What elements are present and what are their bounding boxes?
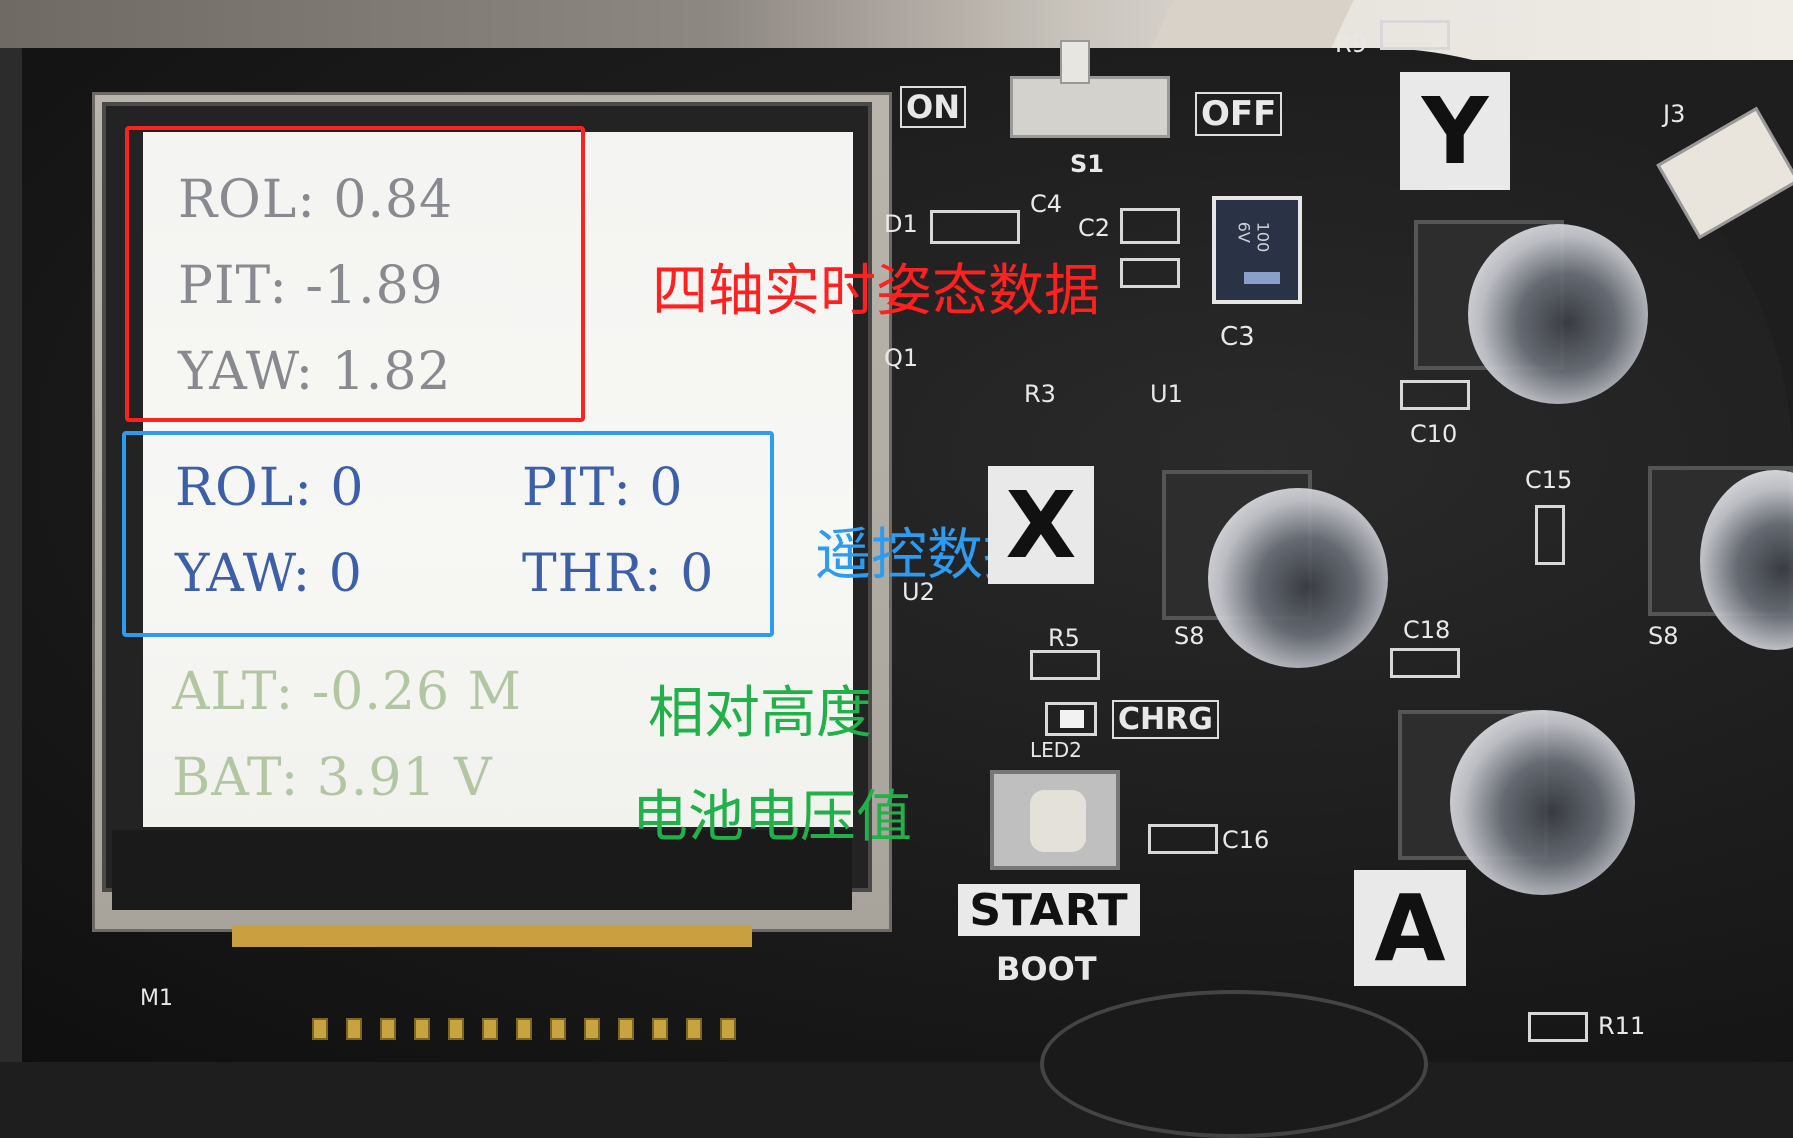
altitude-readout: ALT: -0.26 M: [172, 662, 522, 722]
button-a[interactable]: [1450, 710, 1635, 895]
switch-ref: S1: [1070, 150, 1104, 178]
capacitor-value: 100 6V: [1234, 221, 1273, 253]
header-pin: [482, 1018, 498, 1040]
c18-label: C18: [1403, 616, 1451, 644]
header-pin: [516, 1018, 532, 1040]
power-switch[interactable]: [1010, 76, 1170, 138]
u2-label: U2: [902, 578, 935, 606]
pcb-edge: [0, 48, 22, 1062]
power-switch-knob[interactable]: [1060, 40, 1090, 84]
key-a-label: A: [1354, 870, 1466, 986]
header-pin: [686, 1018, 702, 1040]
header-pin: [618, 1018, 634, 1040]
header-pin: [448, 1018, 464, 1040]
c4-label: C4: [1030, 190, 1063, 218]
m1-label: M1: [140, 986, 173, 1011]
s8-label: S8: [1174, 622, 1205, 650]
led2-label: LED2: [1030, 738, 1082, 762]
lcd-flex-cable: [232, 925, 752, 947]
c15-label: C15: [1525, 466, 1573, 494]
j3-label: J3: [1663, 100, 1686, 128]
attitude-highlight-box: [125, 126, 585, 422]
c4-part: [1120, 258, 1180, 288]
d1-label: D1: [884, 210, 918, 238]
key-y-label: Y: [1400, 72, 1510, 190]
start-button[interactable]: [1030, 790, 1086, 852]
altitude-annotation: 相对高度: [648, 681, 872, 746]
switch-off-label: OFF: [1195, 92, 1283, 136]
c3-label: C3: [1220, 322, 1255, 352]
battery-annotation: 电池电压值: [632, 785, 912, 850]
button-x[interactable]: [1208, 488, 1388, 668]
start-label: START: [958, 884, 1140, 936]
led3-label: LED3: [1460, 0, 1523, 28]
attitude-annotation: 四轴实时姿态数据: [652, 259, 1100, 324]
header-pin: [720, 1018, 736, 1040]
c2-part: [1120, 208, 1180, 244]
c10-label: C10: [1410, 420, 1458, 448]
led2-light: [1060, 710, 1084, 728]
capacitor-stripe: [1244, 272, 1280, 284]
c16-part: [1148, 824, 1218, 854]
r11-part: [1528, 1012, 1588, 1042]
c16-label: C16: [1222, 826, 1270, 854]
q1-label: Q1: [884, 344, 919, 372]
s8-label-2: S8: [1648, 622, 1679, 650]
c18-part: [1390, 648, 1460, 678]
r3-label: R3: [1024, 380, 1056, 408]
d1-part: [930, 210, 1020, 244]
capacitor-c3: 100 6V: [1212, 196, 1302, 304]
header-pin: [652, 1018, 668, 1040]
r9-label: R9: [1335, 30, 1367, 58]
remote-highlight-box: [122, 431, 774, 637]
header-pin: [584, 1018, 600, 1040]
c15-part: [1535, 505, 1565, 565]
switch-on-label: ON: [900, 86, 966, 128]
button-y[interactable]: [1468, 224, 1648, 404]
joystick-pad: [1040, 990, 1428, 1138]
r5-label: R5: [1048, 624, 1080, 652]
header-pin: [550, 1018, 566, 1040]
r11-label: R11: [1598, 1012, 1646, 1040]
header-pin: [414, 1018, 430, 1040]
battery-readout: BAT: 3.91 V: [172, 748, 493, 808]
r9-part: [1380, 20, 1450, 50]
header-pin: [346, 1018, 362, 1040]
u1-label: U1: [1150, 380, 1183, 408]
pin-header: [312, 1012, 762, 1048]
header-pin: [312, 1018, 328, 1040]
header-pin: [380, 1018, 396, 1040]
r5-part: [1030, 650, 1100, 680]
chrg-label: CHRG: [1112, 700, 1219, 739]
boot-label: BOOT: [996, 950, 1097, 988]
key-x-label: X: [988, 466, 1094, 584]
c2-label: C2: [1078, 214, 1111, 242]
c10-part: [1400, 380, 1470, 410]
